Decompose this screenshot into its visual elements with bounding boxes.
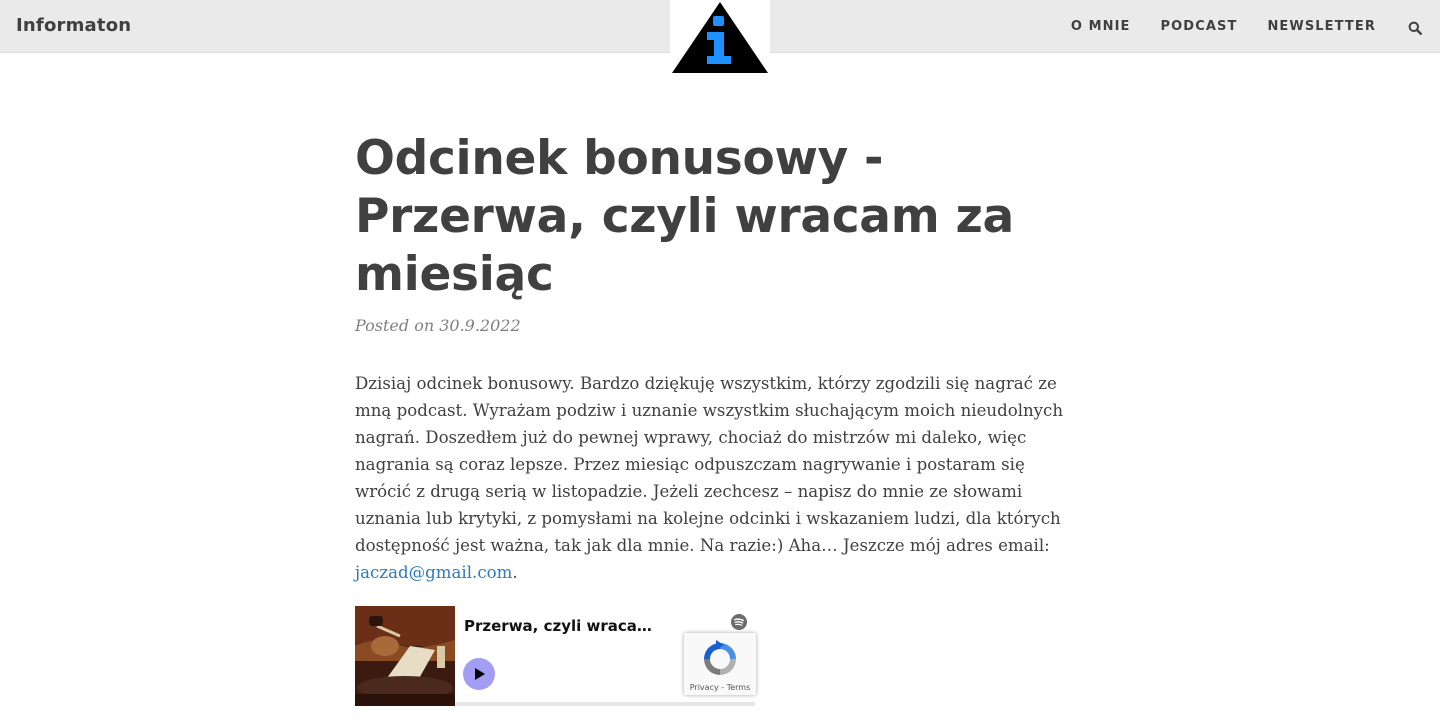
recaptcha-badge[interactable]: Privacy - Terms bbox=[684, 633, 756, 695]
search-icon[interactable] bbox=[1408, 20, 1423, 35]
recaptcha-separator: - bbox=[718, 683, 727, 692]
recaptcha-links: Privacy - Terms bbox=[684, 683, 756, 692]
nav-link-podcast[interactable]: PODCAST bbox=[1161, 19, 1238, 34]
episode-cover-image bbox=[355, 606, 455, 706]
site-brand[interactable]: Informaton bbox=[16, 15, 131, 36]
post-article: Odcinek bonusowy - Przerwa, czyli wracam… bbox=[355, 130, 1085, 586]
play-icon bbox=[475, 668, 485, 680]
play-button[interactable] bbox=[463, 658, 495, 690]
info-triangle-logo[interactable] bbox=[670, 0, 770, 76]
nav-link-newsletter[interactable]: NEWSLETTER bbox=[1267, 19, 1376, 34]
recaptcha-terms-link[interactable]: Terms bbox=[727, 683, 751, 692]
post-body-trailing: . bbox=[512, 563, 518, 582]
recaptcha-privacy-link[interactable]: Privacy bbox=[690, 683, 719, 692]
email-link[interactable]: jaczad@gmail.com bbox=[355, 563, 512, 582]
spotify-icon[interactable] bbox=[731, 614, 747, 630]
episode-title[interactable]: Przerwa, czyli wraca… bbox=[464, 617, 652, 635]
post-date: Posted on 30.9.2022 bbox=[355, 316, 521, 335]
episode-progress-bar[interactable] bbox=[455, 702, 755, 706]
nav-link-o-mnie[interactable]: O MNIE bbox=[1071, 19, 1131, 34]
post-body-text: Dzisiaj odcinek bonusowy. Bardzo dziękuj… bbox=[355, 374, 1064, 555]
recaptcha-icon bbox=[704, 640, 736, 675]
post-body: Dzisiaj odcinek bonusowy. Bardzo dziękuj… bbox=[355, 370, 1080, 586]
nav-links: O MNIE PODCAST NEWSLETTER bbox=[1071, 0, 1440, 53]
post-title: Odcinek bonusowy - Przerwa, czyli wracam… bbox=[355, 131, 1014, 302]
